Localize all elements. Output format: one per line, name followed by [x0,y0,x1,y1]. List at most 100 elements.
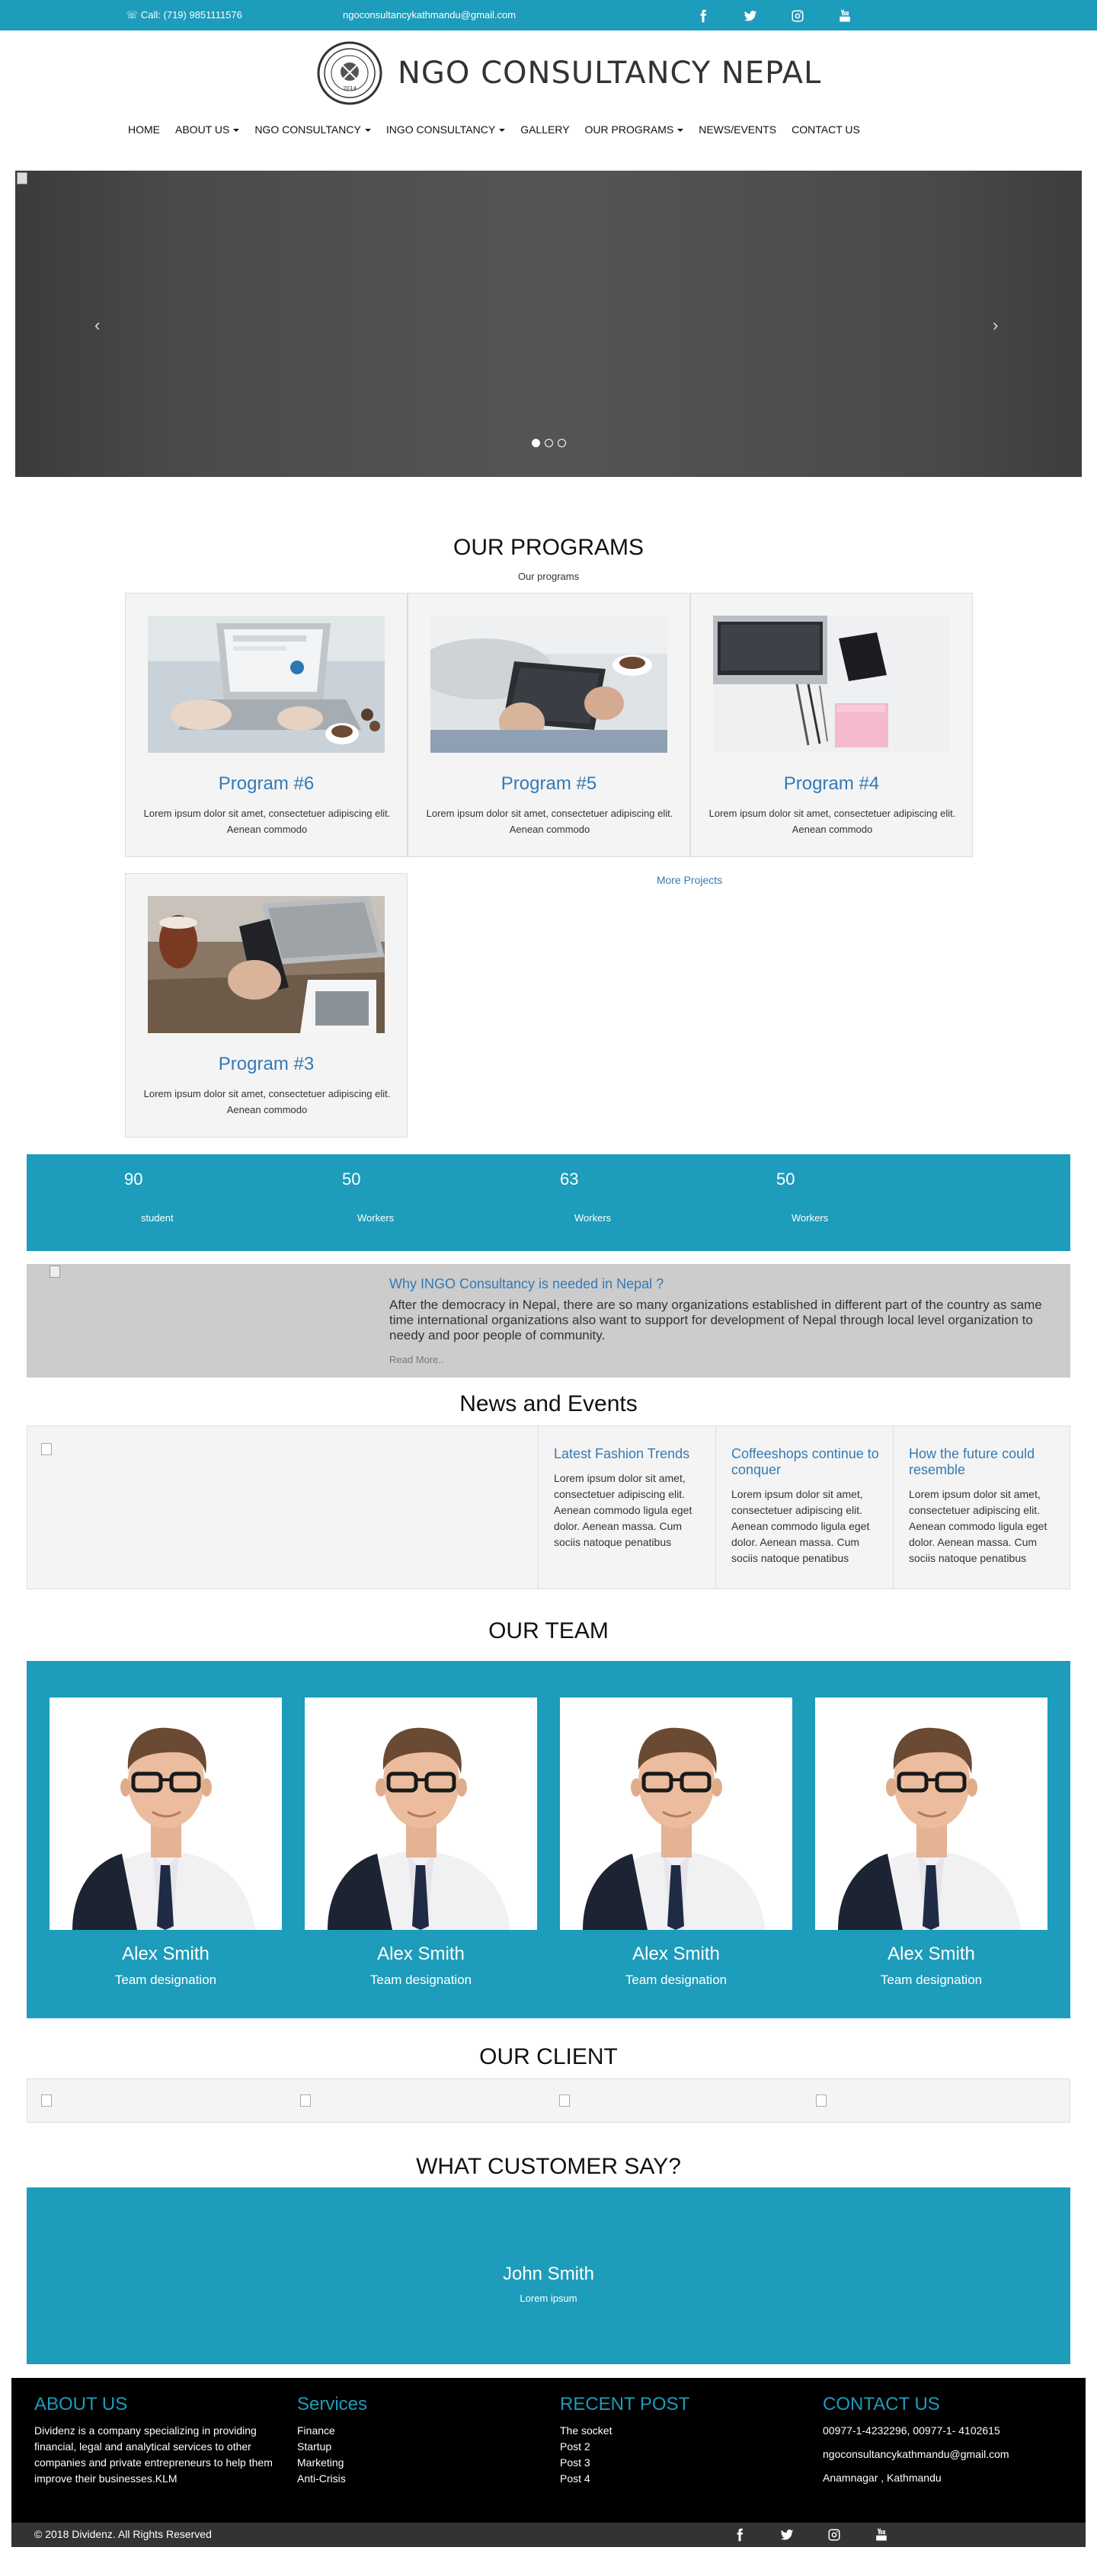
program-name[interactable]: Program #4 [691,773,972,795]
phone-contact[interactable]: ☏ Call: (719) 9851111576 [126,9,242,21]
nav-item-label: INGO CONSULTANCY [385,123,496,136]
site-logo[interactable]: 2014 NGO CONSULTANCY NEPAL [305,41,821,105]
programs-title: OUR PROGRAMS [453,535,644,560]
broken-image-icon [41,1443,52,1455]
program-description: Lorem ipsum dolor sit amet, consectetuer… [426,808,673,835]
news-item-title[interactable]: Latest Fashion Trends [554,1446,706,1462]
program-description: Lorem ipsum dolor sit amet, consectetuer… [143,1088,391,1115]
logo-seal-icon: 2014 [317,41,382,105]
footer-email[interactable]: ngoconsultancykathmandu@gmail.com [823,2446,1074,2462]
testimonial-name: John Smith [502,2264,595,2284]
team-member-name: Alex Smith [888,1944,975,1964]
caret-down-icon [364,129,371,133]
email-contact[interactable]: ngoconsultancykathmandu@gmail.com [343,9,516,21]
more-projects-link[interactable]: More Projects [640,874,739,886]
testimonial-text: Lorem ipsum [520,2293,577,2304]
youtube-icon[interactable] [836,8,853,24]
twitter-icon[interactable] [742,8,759,24]
carousel-indicators [532,439,566,447]
team-member-name: Alex Smith [632,1944,720,1964]
news-item-text: Lorem ipsum dolor sit amet, consectetuer… [731,1488,870,1564]
program-description: Lorem ipsum dolor sit amet, consectetuer… [708,808,956,835]
why-text: After the democracy in Nepal, there are … [389,1298,1042,1342]
team-section: Alex Smith Team designation Alex Smith T… [27,1661,1070,2018]
footer-recent-title: RECENT POST [560,2394,690,2414]
stat-number: 50 [342,1170,361,1189]
footer-link[interactable]: Post 3 [560,2455,811,2471]
why-title[interactable]: Why INGO Consultancy is needed in Nepal … [389,1276,664,1292]
team-member-photo [305,1698,537,1930]
program-card[interactable]: Program #4 Lorem ipsum dolor sit amet, c… [690,593,973,857]
news-item-text: Lorem ipsum dolor sit amet, consectetuer… [909,1488,1047,1564]
program-image [430,616,667,753]
nav-item-about-us[interactable]: ABOUT US [175,123,240,136]
nav-item-ngo-consultancy[interactable]: NGO CONSULTANCY [254,123,371,136]
nav-item-contact-us[interactable]: CONTACT US [792,123,860,136]
program-name[interactable]: Program #6 [126,773,407,795]
footer-link[interactable]: Post 4 [560,2471,811,2487]
program-card[interactable]: Program #3 Lorem ipsum dolor sit amet, c… [125,873,408,1138]
program-name[interactable]: Program #5 [408,773,689,795]
client-logo-broken-icon [559,2094,570,2107]
team-member-designation: Team designation [625,1973,728,1987]
program-name[interactable]: Program #3 [126,1054,407,1075]
nav-item-gallery[interactable]: GALLERY [520,123,569,136]
footer-services-title: Services [297,2394,368,2414]
team-member-card[interactable]: Alex Smith Team designation [560,1698,792,1988]
stat-label: Workers [357,1212,395,1224]
news-item[interactable]: Latest Fashion Trends Lorem ipsum dolor … [538,1426,715,1589]
program-card[interactable]: Program #6 Lorem ipsum dolor sit amet, c… [125,593,408,857]
footer-link[interactable]: Finance [297,2423,548,2439]
news-item[interactable]: How the future could resemble Lorem ipsu… [893,1426,1070,1589]
twitter-icon[interactable] [779,2526,795,2543]
team-member-card[interactable]: Alex Smith Team designation [305,1698,537,1988]
nav-item-home[interactable]: HOME [128,123,160,136]
carousel-dot[interactable] [558,439,566,447]
footer-link[interactable]: Startup [297,2439,548,2455]
instagram-icon[interactable] [789,8,806,24]
footer-phone: 00977-1-4232296, 00977-1- 4102615 [823,2424,1000,2437]
main-nav: HOME ABOUT US NGO CONSULTANCY INGO CONSULTA… [128,123,860,136]
news-item-title[interactable]: How the future could resemble [909,1446,1061,1478]
programs-subtitle: Our programs [517,571,580,582]
carousel-prev-button[interactable]: ‹ [94,315,100,335]
footer-about-text: Dividenz is a company specializing in pr… [34,2424,273,2485]
nav-item-news-events[interactable]: NEWS/EVENTS [699,123,776,136]
footer-link[interactable]: Anti-Crisis [297,2471,548,2487]
footer-link[interactable]: Post 2 [560,2439,811,2455]
team-member-designation: Team designation [114,1973,217,1987]
footer-link[interactable]: The socket [560,2423,811,2439]
program-card[interactable]: Program #5 Lorem ipsum dolor sit amet, c… [408,593,690,857]
team-member-name: Alex Smith [377,1944,465,1964]
nav-item-label: NEWS/EVENTS [699,123,777,136]
client-logo-broken-icon [41,2094,52,2107]
footer-recent-posts: RECENT POST The socket Post 2 Post 3 Pos… [560,2394,811,2487]
read-more-link[interactable]: Read More.. [389,1354,444,1365]
client-logo-broken-icon [816,2094,827,2107]
hero-carousel[interactable]: ‹ › [15,171,1082,477]
nav-item-label: NGO CONSULTANCY [254,123,361,136]
caret-down-icon [677,129,684,133]
news-item-title[interactable]: Coffeeshops continue to conquer [731,1446,884,1478]
carousel-dot[interactable] [532,439,540,447]
facebook-icon[interactable] [695,8,712,24]
instagram-icon[interactable] [826,2526,843,2543]
nav-item-our-programs[interactable]: OUR PROGRAMS [585,123,684,136]
nav-item-ingo-consultancy[interactable]: INGO CONSULTANCY [385,123,506,136]
carousel-next-button[interactable]: › [993,315,998,335]
stat-number: 90 [124,1170,143,1189]
facebook-icon[interactable] [731,2526,748,2543]
team-title: OUR TEAM [488,1618,609,1643]
news-item-text: Lorem ipsum dolor sit amet, consectetuer… [554,1472,692,1548]
footer-contact: CONTACT US 00977-1-4232296, 00977-1- 410… [823,2394,1074,2486]
why-ingo-section: Why INGO Consultancy is needed in Nepal … [27,1264,1070,1378]
team-member-card[interactable]: Alex Smith Team designation [50,1698,282,1988]
footer-link[interactable]: Marketing [297,2455,548,2471]
logo-seal-year: 2014 [343,85,357,91]
news-item[interactable]: Coffeeshops continue to conquer Lorem ip… [715,1426,893,1589]
footer-about-title: ABOUT US [34,2394,128,2414]
youtube-icon[interactable] [873,2526,890,2543]
caret-down-icon [233,129,240,133]
carousel-dot[interactable] [545,439,553,447]
team-member-card[interactable]: Alex Smith Team designation [815,1698,1047,1988]
